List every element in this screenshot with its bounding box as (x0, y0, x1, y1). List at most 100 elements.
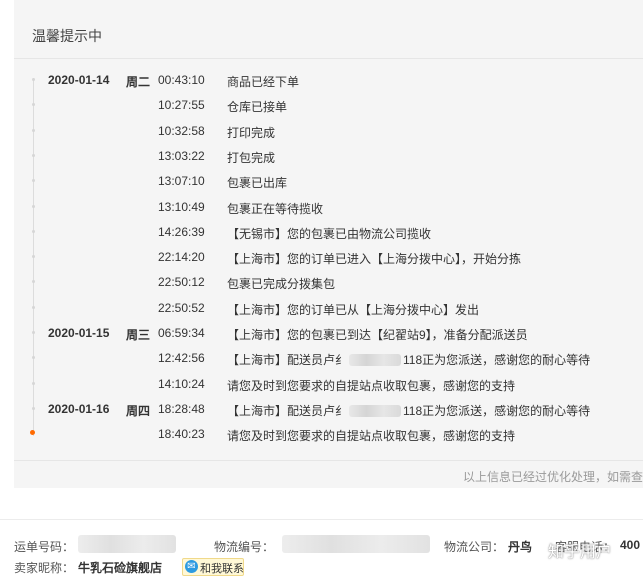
panel-title: 温馨提示中 (32, 28, 102, 44)
event-text: 【上海市】您的包裹已到达【纪翟站9】，准备分配派送员 (227, 328, 528, 342)
timeline-dot (32, 229, 35, 233)
timeline-event: 14:26:39 【无锡市】您的包裹已由物流公司揽收 (14, 222, 643, 247)
watermark: 知乎用户 (548, 544, 613, 561)
event-description: 仓库已接单 (227, 98, 287, 115)
event-time: 13:07:10 (158, 174, 205, 189)
event-text: 打包完成 (227, 150, 276, 165)
timeline-dot (32, 305, 35, 309)
event-time: 12:42:56 (158, 351, 205, 366)
timeline-event: 2020-01-15 周三 06:59:34 【上海市】您的包裹已到达【纪翟站9】，准… (14, 323, 643, 348)
event-description: 【上海市】您的包裹已到达【纪翟站9】，准备分配派送员 (227, 326, 528, 343)
timeline-event: 22:50:52 【上海市】您的订单已从【上海分拨中心】发出 (14, 298, 643, 323)
footer-note: 以上信息已经过优化处理，如需查 (463, 470, 643, 484)
event-text: 【上海市】配送员卢纟 (227, 353, 348, 368)
logistics-panel: 温馨提示中 2020-01-14 周二 00:43:10 商品已经下单 10:27:55… (14, 0, 643, 488)
timeline-event: 2020-01-16 周四 18:28:48 【上海市】配送员卢纟 118正为您派送，感… (14, 399, 643, 424)
event-time: 14:26:39 (158, 224, 205, 239)
event-text: 请您及时到您要求的自提站点收取包裹，感谢您的支持 (227, 378, 516, 393)
event-description: 【上海市】您的订单已从【上海分拨中心】发出 (227, 301, 479, 318)
event-weekday: 周四 (126, 403, 151, 418)
event-description: 【上海市】配送员卢纟 118正为您派送，感谢您的耐心等待 (227, 351, 590, 368)
event-date: 2020-01-15 (48, 326, 110, 340)
timeline-dot (32, 280, 35, 284)
event-text: 包裹已出库 (227, 176, 288, 191)
timeline-dot (32, 331, 35, 334)
contact-label: 和我联系 (200, 563, 244, 575)
masked-phone (349, 404, 402, 417)
event-description: 包裹正在等待揽收 (227, 200, 323, 217)
seller-label: 卖家昵称： (14, 561, 75, 575)
event-description: 【上海市】配送员卢纟 118正为您派送，感谢您的耐心等待 (227, 402, 590, 419)
timeline-dot (32, 255, 35, 259)
chat-icon: ✉ (185, 560, 198, 573)
event-text: 请您及时到您要求的自提站点收取包裹，感谢您的支持 (227, 429, 516, 444)
logistics-number-masked (282, 535, 430, 553)
timeline-event: 13:07:10 包裹已出库 (14, 171, 643, 196)
event-time: 13:10:49 (158, 199, 205, 214)
timeline-dot (32, 78, 35, 81)
timeline-dot (32, 406, 35, 410)
event-text-cont: 118正为您派送，感谢您的耐心等待 (403, 353, 591, 368)
tracking-label: 运单号码： (14, 540, 75, 554)
company-value: 丹鸟 (508, 540, 533, 554)
timeline-event: 14:10:24 请您及时到您要求的自提站点收取包裹，感谢您的支持 (14, 374, 643, 399)
timeline-event: 22:14:20 【上海市】您的订单已进入【上海分拨中心】，开始分拣 (14, 247, 643, 272)
event-time: 00:43:10 (158, 73, 205, 87)
event-description: 请您及时到您要求的自提站点收取包裹，感谢您的支持 (227, 427, 515, 444)
event-text-cont: 118正为您派送，感谢您的耐心等待 (403, 403, 591, 418)
timeline-event: 18:40:23 请您及时到您要求的自提站点收取包裹，感谢您的支持 (14, 424, 643, 449)
timeline-dot (32, 103, 35, 107)
divider (14, 460, 643, 461)
event-description: 【上海市】您的订单已进入【上海分拨中心】，开始分拣 (227, 250, 521, 267)
event-text: 【上海市】配送员卢纟 (227, 403, 348, 418)
event-text: 打印完成 (227, 125, 276, 140)
event-time: 22:50:52 (158, 300, 205, 315)
seller-name[interactable]: 牛乳石硷旗舰店 (78, 559, 162, 576)
event-text: 仓库已接单 (227, 100, 288, 115)
event-date: 2020-01-14 (48, 73, 110, 87)
event-description: 打包完成 (227, 149, 275, 166)
event-weekday: 周三 (126, 328, 151, 342)
timeline-event: 13:03:22 打包完成 (14, 146, 643, 171)
event-time: 10:32:58 (158, 123, 205, 138)
event-text: 包裹正在等待揽收 (227, 201, 324, 216)
event-time: 22:14:20 (158, 250, 205, 265)
timeline-dot (32, 381, 35, 385)
timeline-event: 13:10:49 包裹正在等待揽收 (14, 197, 643, 222)
event-time: 18:40:23 (158, 427, 205, 442)
timeline-dot (32, 128, 35, 132)
event-time: 10:27:55 (158, 98, 205, 113)
event-description: 包裹已完成分拨集包 (227, 275, 335, 292)
event-text: 包裹已完成分拨集包 (227, 277, 336, 292)
masked-phone (349, 354, 402, 367)
tracking-number-masked (78, 535, 176, 553)
timeline-dot (32, 356, 35, 360)
divider (0, 519, 643, 520)
timeline-event: 12:42:56 【上海市】配送员卢纟 118正为您派送，感谢您的耐心等待 (14, 348, 643, 373)
event-time: 18:28:48 (158, 401, 205, 416)
company-label: 物流公司： (444, 540, 505, 554)
event-description: 商品已经下单 (227, 73, 299, 90)
event-time: 14:10:24 (158, 376, 205, 391)
event-text: 【无锡市】您的包裹已由物流公司揽收 (227, 226, 432, 241)
event-text: 【上海市】您的订单已进入【上海分拨中心】，开始分拣 (227, 252, 522, 267)
event-time: 06:59:34 (158, 326, 205, 340)
event-time: 22:50:12 (158, 275, 205, 290)
current-status-dot (30, 430, 35, 436)
event-text: 商品已经下单 (227, 75, 300, 89)
event-description: 包裹已出库 (227, 174, 287, 191)
timeline-event: 10:32:58 打印完成 (14, 121, 643, 146)
event-weekday: 周二 (126, 75, 151, 89)
event-description: 打印完成 (227, 124, 275, 141)
event-description: 请您及时到您要求的自提站点收取包裹，感谢您的支持 (227, 377, 515, 394)
timeline-event: 2020-01-14 周二 00:43:10 商品已经下单 (14, 70, 643, 95)
event-text: 【上海市】您的订单已从【上海分拨中心】发出 (227, 302, 480, 317)
timeline-dot (32, 179, 35, 183)
contact-seller-button[interactable]: ✉ 和我联系 (182, 558, 244, 576)
divider (14, 58, 643, 59)
timeline-dot (32, 204, 35, 208)
event-time: 13:03:22 (158, 148, 205, 163)
timeline-event: 10:27:55 仓库已接单 (14, 95, 643, 120)
timeline-dot (32, 153, 35, 157)
event-date: 2020-01-16 (48, 401, 110, 416)
